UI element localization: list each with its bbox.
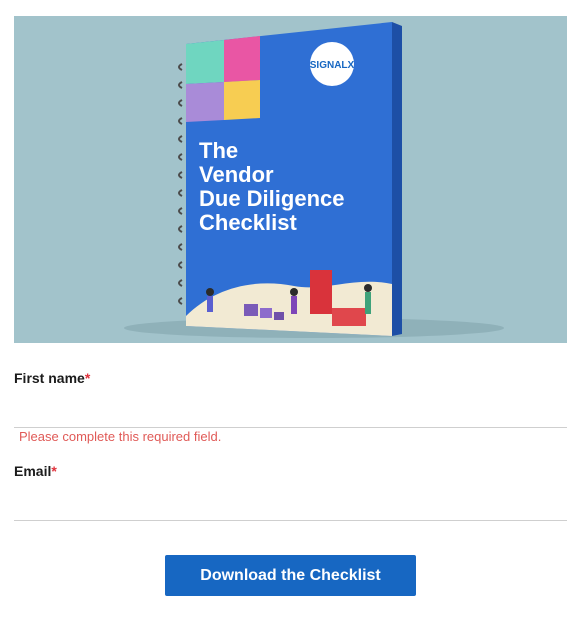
ebook-cover-image: SIGNALX The Vendor Due Diligence Checkli… bbox=[14, 16, 567, 343]
required-asterisk: * bbox=[51, 463, 57, 479]
book-title-line: Checklist bbox=[199, 210, 297, 235]
first-name-input[interactable] bbox=[14, 398, 567, 428]
ebook-illustration: SIGNALX The Vendor Due Diligence Checkli… bbox=[124, 22, 504, 338]
email-input[interactable] bbox=[14, 491, 567, 521]
first-name-error-message: Please complete this required field. bbox=[19, 429, 222, 444]
first-name-label-text: First name bbox=[14, 370, 85, 386]
book-title-line: Due Diligence bbox=[199, 186, 344, 211]
logo-text: SIGNALX bbox=[310, 60, 355, 71]
email-label: Email* bbox=[14, 463, 57, 479]
download-checklist-button[interactable]: Download the Checklist bbox=[165, 555, 416, 596]
email-label-text: Email bbox=[14, 463, 52, 479]
book-title-line: Vendor bbox=[199, 162, 274, 187]
first-name-label: First name* bbox=[14, 370, 90, 386]
spiral-binding bbox=[178, 63, 183, 305]
book-title-line: The bbox=[199, 138, 238, 163]
required-asterisk: * bbox=[84, 370, 91, 386]
